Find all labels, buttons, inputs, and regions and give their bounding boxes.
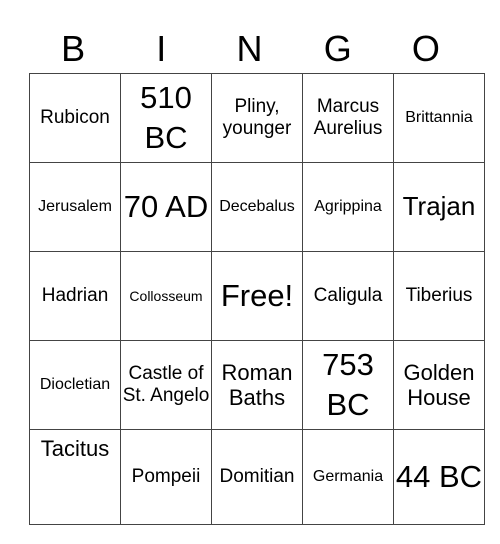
grid-row: Tacitus Pompeii Domitian Germania 44 BC [29, 429, 485, 525]
bingo-cell[interactable]: Pompeii [120, 429, 212, 525]
grid-row: Rubicon 510 BC Pliny, younger Marcus Aur… [29, 73, 485, 163]
bingo-cell[interactable]: Agrippina [302, 162, 394, 252]
bingo-cell[interactable]: 70 AD [120, 162, 212, 252]
bingo-cell[interactable]: Tiberius [393, 251, 485, 341]
grid-row: Jerusalem 70 AD Decebalus Agrippina Traj… [29, 162, 485, 252]
free-space-cell[interactable]: Free! [211, 251, 303, 341]
bingo-cell[interactable]: Marcus Aurelius [302, 73, 394, 163]
grid-row: Hadrian Collosseum Free! Caligula Tiberi… [29, 251, 485, 341]
grid-row: Diocletian Castle of St. Angelo Roman Ba… [29, 340, 485, 430]
bingo-cell[interactable]: 753 BC [302, 340, 394, 430]
bingo-cell[interactable]: Castle of St. Angelo [120, 340, 212, 430]
bingo-cell[interactable]: Brittannia [393, 73, 485, 163]
bingo-cell[interactable]: 44 BC [393, 429, 485, 525]
header-letter-o: O [411, 28, 440, 69]
bingo-cell[interactable]: Decebalus [211, 162, 303, 252]
bingo-cell[interactable]: Tacitus [29, 429, 121, 525]
bingo-card-grid: Rubicon 510 BC Pliny, younger Marcus Aur… [29, 73, 485, 525]
bingo-cell[interactable]: Collosseum [120, 251, 212, 341]
bingo-cell[interactable]: Hadrian [29, 251, 121, 341]
bingo-cell[interactable]: Domitian [211, 429, 303, 525]
header-letter-b: B [61, 28, 86, 69]
bingo-cell[interactable]: Jerusalem [29, 162, 121, 252]
bingo-cell[interactable]: Rubicon [29, 73, 121, 163]
header-letter-n: N [236, 28, 263, 69]
bingo-cell[interactable]: Germania [302, 429, 394, 525]
header-letter-g: G [323, 28, 352, 69]
bingo-cell[interactable]: Caligula [302, 251, 394, 341]
bingo-cell[interactable]: Diocletian [29, 340, 121, 430]
bingo-cell[interactable]: Golden House [393, 340, 485, 430]
bingo-header: B I N G O [29, 24, 470, 74]
bingo-cell[interactable]: Pliny, younger [211, 73, 303, 163]
bingo-cell[interactable]: Trajan [393, 162, 485, 252]
bingo-cell[interactable]: 510 BC [120, 73, 212, 163]
bingo-cell[interactable]: Roman Baths [211, 340, 303, 430]
header-letter-i: I [156, 28, 167, 69]
